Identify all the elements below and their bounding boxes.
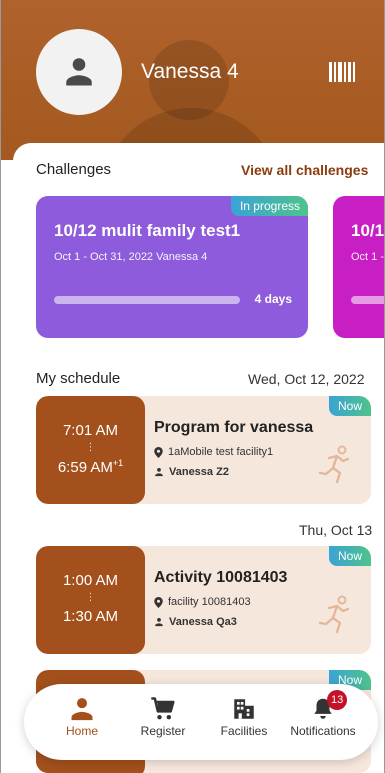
challenge-days-left: 4 days [254,292,292,306]
app-screen: Vanessa 4 Challenges View all challenges… [0,0,385,773]
location-text: 1aMobile test facility1 [168,446,274,458]
challenge-subtitle: Oct 1 - [351,251,385,263]
nav-label: Home [65,724,98,738]
person-text: Vanessa Z2 [169,466,229,478]
notification-count-badge: 13 [327,690,348,710]
user-name: Vanessa 4 [141,60,239,83]
challenge-progress-bar [54,296,240,304]
status-badge: In progress [230,196,308,216]
schedule-person: Vanessa Qa3 [154,616,237,628]
cart-icon [151,697,175,720]
schedule-title: Program for vanessa [154,419,314,436]
nav-label: Notifications [290,724,356,738]
end-day-offset: +1 [112,458,124,468]
schedule-date: Wed, Oct 12, 2022 [248,371,365,387]
schedule-item[interactable]: 7:01 AM ⋮ 6:59 AM+1 Now Program for vane… [36,396,371,504]
challenge-card[interactable]: In progress 10/12 mulit family test1 Oct… [36,196,308,338]
time-separator: ⋮ [85,442,96,453]
location-text: facility 10081403 [168,596,251,608]
start-time: 1:00 AM [62,572,119,589]
nav-register[interactable]: Register [123,694,203,738]
end-time-wrap: 6:59 AM+1 [36,458,145,476]
schedule-date: Thu, Oct 13 [299,522,373,538]
challenge-title: 10/12 mulit family test1 [54,221,241,240]
schedule-item[interactable]: 1:00 AM ⋮ 1:30 AM Now Activity 10081403 … [36,546,371,654]
building-icon [234,699,254,719]
nav-facilities[interactable]: Facilities [204,694,284,738]
location-pin-icon [154,596,163,608]
person-icon [155,468,163,477]
schedule-person: Vanessa Z2 [154,466,229,478]
person-text: Vanessa Qa3 [169,616,237,628]
end-time: 6:59 AM [57,459,113,476]
location-pin-icon [154,446,163,458]
person-icon [155,618,163,627]
time-separator: ⋮ [85,592,96,603]
now-badge: Now [328,546,371,566]
person-icon [66,58,92,86]
time-block: 1:00 AM ⋮ 1:30 AM [36,546,145,654]
runner-icon [318,445,350,484]
barcode-icon[interactable] [329,62,355,82]
challenges-heading: Challenges [36,161,112,178]
challenge-title: 10/1 [351,221,385,240]
bottom-nav: Home Register Facilities 13 Notification… [24,684,378,760]
nav-label: Register [140,724,186,738]
challenge-subtitle: Oct 1 - Oct 31, 2022 Vanessa 4 [54,251,208,263]
challenge-progress-bar [351,296,384,304]
avatar[interactable] [36,29,122,115]
nav-label: Facilities [220,724,268,738]
start-time: 7:01 AM [62,422,119,439]
nav-home[interactable]: Home [42,694,122,738]
runner-icon [318,595,350,634]
view-all-challenges-link[interactable]: View all challenges [241,162,368,178]
end-time: 1:30 AM [62,608,119,625]
now-badge: Now [328,396,371,416]
challenge-card[interactable]: 10/1 Oct 1 - [333,196,385,338]
person-icon [71,698,93,721]
schedule-heading: My schedule [36,370,121,387]
schedule-location: 1aMobile test facility1 [154,446,273,458]
nav-notifications[interactable]: 13 Notifications [283,690,363,738]
profile-header: Vanessa 4 [1,0,384,160]
time-block: 7:01 AM ⋮ 6:59 AM+1 [36,396,145,504]
schedule-title: Activity 10081403 [154,569,288,586]
schedule-location: facility 10081403 [154,596,251,608]
